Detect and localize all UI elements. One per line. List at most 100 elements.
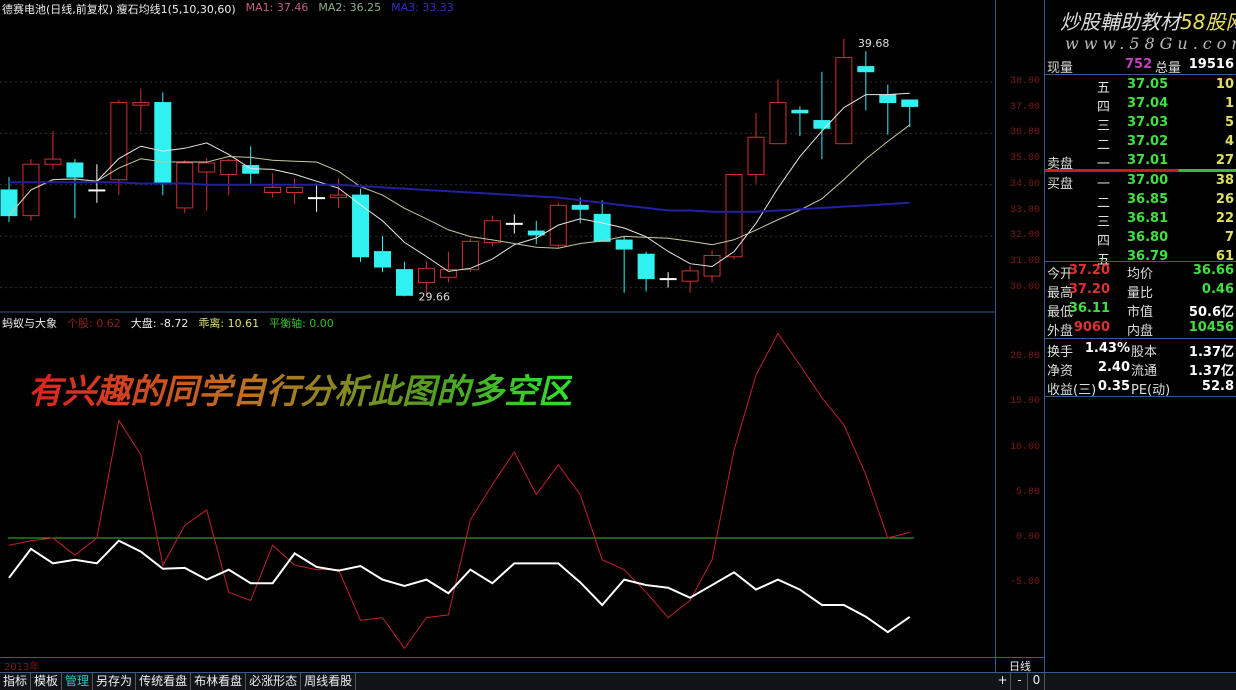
toolbar-tab[interactable]: 管理	[62, 673, 94, 690]
candle	[901, 99, 919, 127]
candle-body	[286, 186, 304, 194]
period-label[interactable]: 日线	[995, 657, 1045, 673]
price-tick: 35.00	[1009, 153, 1040, 165]
indicator-tick: 5.00	[1015, 486, 1040, 498]
candle	[88, 164, 106, 203]
candle	[725, 174, 743, 260]
order-book-row: 三 36.81 22	[1097, 211, 1234, 230]
candle-body	[901, 99, 919, 107]
candle-body	[373, 251, 391, 268]
candle	[352, 188, 370, 262]
candle-body	[176, 162, 194, 209]
candle	[373, 236, 391, 273]
price-tick: 36.00	[1009, 127, 1040, 139]
toolbar-tab[interactable]: 周线看股	[301, 673, 357, 690]
candle-body	[0, 189, 18, 217]
toolbar-tab[interactable]: 传统看盘	[136, 673, 192, 690]
stat-row: 今开 37.20 均价 36.66	[1047, 263, 1234, 282]
toolbar-tab[interactable]: 另存为	[93, 673, 137, 690]
stat-row: 收益(三) 0.35 PE(动) 52.8	[1047, 379, 1234, 398]
candle-body	[220, 159, 238, 176]
indicator-tick: 20.00	[1009, 351, 1040, 362]
candle	[461, 238, 479, 273]
candle	[637, 251, 655, 292]
ma1-value: MA1: 37.46	[245, 1, 309, 14]
deviation-value: 乖离: 10.61	[198, 317, 260, 330]
price-tick: 31.00	[1009, 255, 1040, 267]
candle	[220, 159, 238, 196]
candle	[593, 200, 611, 242]
price-tick: 32.00	[1009, 230, 1040, 242]
candle	[483, 215, 501, 247]
balance-value: 平衡轴: 0.00	[269, 317, 334, 330]
candle-body	[615, 239, 633, 250]
candle-body	[681, 270, 699, 282]
candle	[330, 178, 348, 208]
stat-row: 换手 1.43% 股本 1.37亿	[1047, 341, 1234, 360]
candle-body	[66, 162, 84, 178]
candle	[505, 214, 523, 234]
order-book-row: 三 37.03 5	[1097, 115, 1234, 134]
price-tick: 38.00	[1009, 76, 1040, 87]
toolbar-tab[interactable]: 必涨形态	[246, 673, 302, 690]
indicator-name: 蚂蚁与大象	[2, 317, 57, 330]
candle	[395, 261, 413, 297]
low-annotation: 29.66	[418, 290, 450, 303]
toolbar-tab[interactable]: 指标	[0, 673, 32, 690]
market-line	[8, 539, 911, 634]
toolbar-tab[interactable]: 布林看盘	[191, 673, 247, 690]
ma3-value: MA3: 33.33	[391, 1, 454, 14]
candle-body	[308, 197, 326, 200]
indicator-tick: 15.00	[1009, 396, 1040, 408]
candle	[857, 51, 875, 111]
main-chart-header: 德赛电池(日线,前复权) 瘦石均线1(5,10,30,60) MA1: 37.4…	[2, 1, 454, 17]
candle	[747, 112, 765, 184]
candle	[791, 106, 809, 136]
stock-value: 个股: 0.62	[67, 317, 121, 330]
stat-row: 最低 36.11 市值 50.6亿	[1047, 301, 1234, 320]
candle-body	[330, 194, 348, 199]
candle-body	[571, 204, 589, 210]
candle-body	[835, 57, 853, 145]
zoom-in-button[interactable]: +	[995, 673, 1011, 690]
order-book-row: 五 37.05 10	[1097, 77, 1234, 96]
indicator-tick: 10.00	[1009, 441, 1040, 453]
stat-row: 最高 37.20 量比 0.46	[1047, 282, 1234, 301]
order-book-row: 二 36.85 26	[1097, 192, 1234, 211]
candle-body	[132, 102, 150, 106]
price-tick: 34.00	[1009, 178, 1040, 190]
zoom-reset-button[interactable]: 0	[1029, 673, 1045, 690]
chart-title: 德赛电池(日线,前复权) 瘦石均线1(5,10,30,60)	[2, 3, 236, 16]
indicator-tick: 0.00	[1015, 532, 1040, 543]
stat-row: 外盘 9060 内盘 10456	[1047, 320, 1234, 339]
candle	[132, 88, 150, 131]
price-tick: 33.00	[1009, 204, 1040, 216]
candle	[286, 178, 304, 205]
candle-body	[264, 186, 282, 194]
candle-body	[857, 66, 875, 73]
candle-body	[154, 102, 172, 185]
price-axis: 38.00 37.00 36.00 35.00 34.00 33.00 32.00 31.00…	[995, 0, 1045, 672]
zoom-out-button[interactable]: -	[1012, 673, 1028, 690]
order-book-row: 买盘一 37.00 38	[1047, 173, 1234, 192]
candle	[154, 92, 172, 196]
order-book-row: 四 36.80 7	[1097, 230, 1234, 249]
date-bar: 2013年	[0, 657, 995, 673]
candle-body	[791, 109, 809, 114]
indicator-tick: -5.00	[1009, 577, 1040, 589]
ma30-line	[9, 181, 910, 213]
candle-body	[879, 94, 897, 104]
candle-body	[659, 278, 677, 281]
watermark-logo: 炒股輔助教材58股网	[1060, 10, 1236, 34]
high-annotation: 39.68	[858, 37, 890, 50]
candle	[879, 84, 897, 135]
watermark-url: www.58Gu.com	[1065, 34, 1236, 53]
toolbar-tab[interactable]: 模板	[31, 673, 63, 690]
candle	[110, 99, 128, 196]
indicator-header: 蚂蚁与大象 个股: 0.62 大盘: -8.72 乖离: 10.61 平衡轴: …	[2, 315, 334, 331]
price-tick: 30.00	[1009, 281, 1040, 293]
bottom-toolbar: 指标 模板 管理 另存为 传统看盘 布林看盘 必涨形态 周线看股	[0, 672, 1236, 690]
candle-body	[769, 102, 787, 145]
candle	[66, 159, 84, 219]
order-book-row: 四 37.04 1	[1097, 96, 1234, 115]
